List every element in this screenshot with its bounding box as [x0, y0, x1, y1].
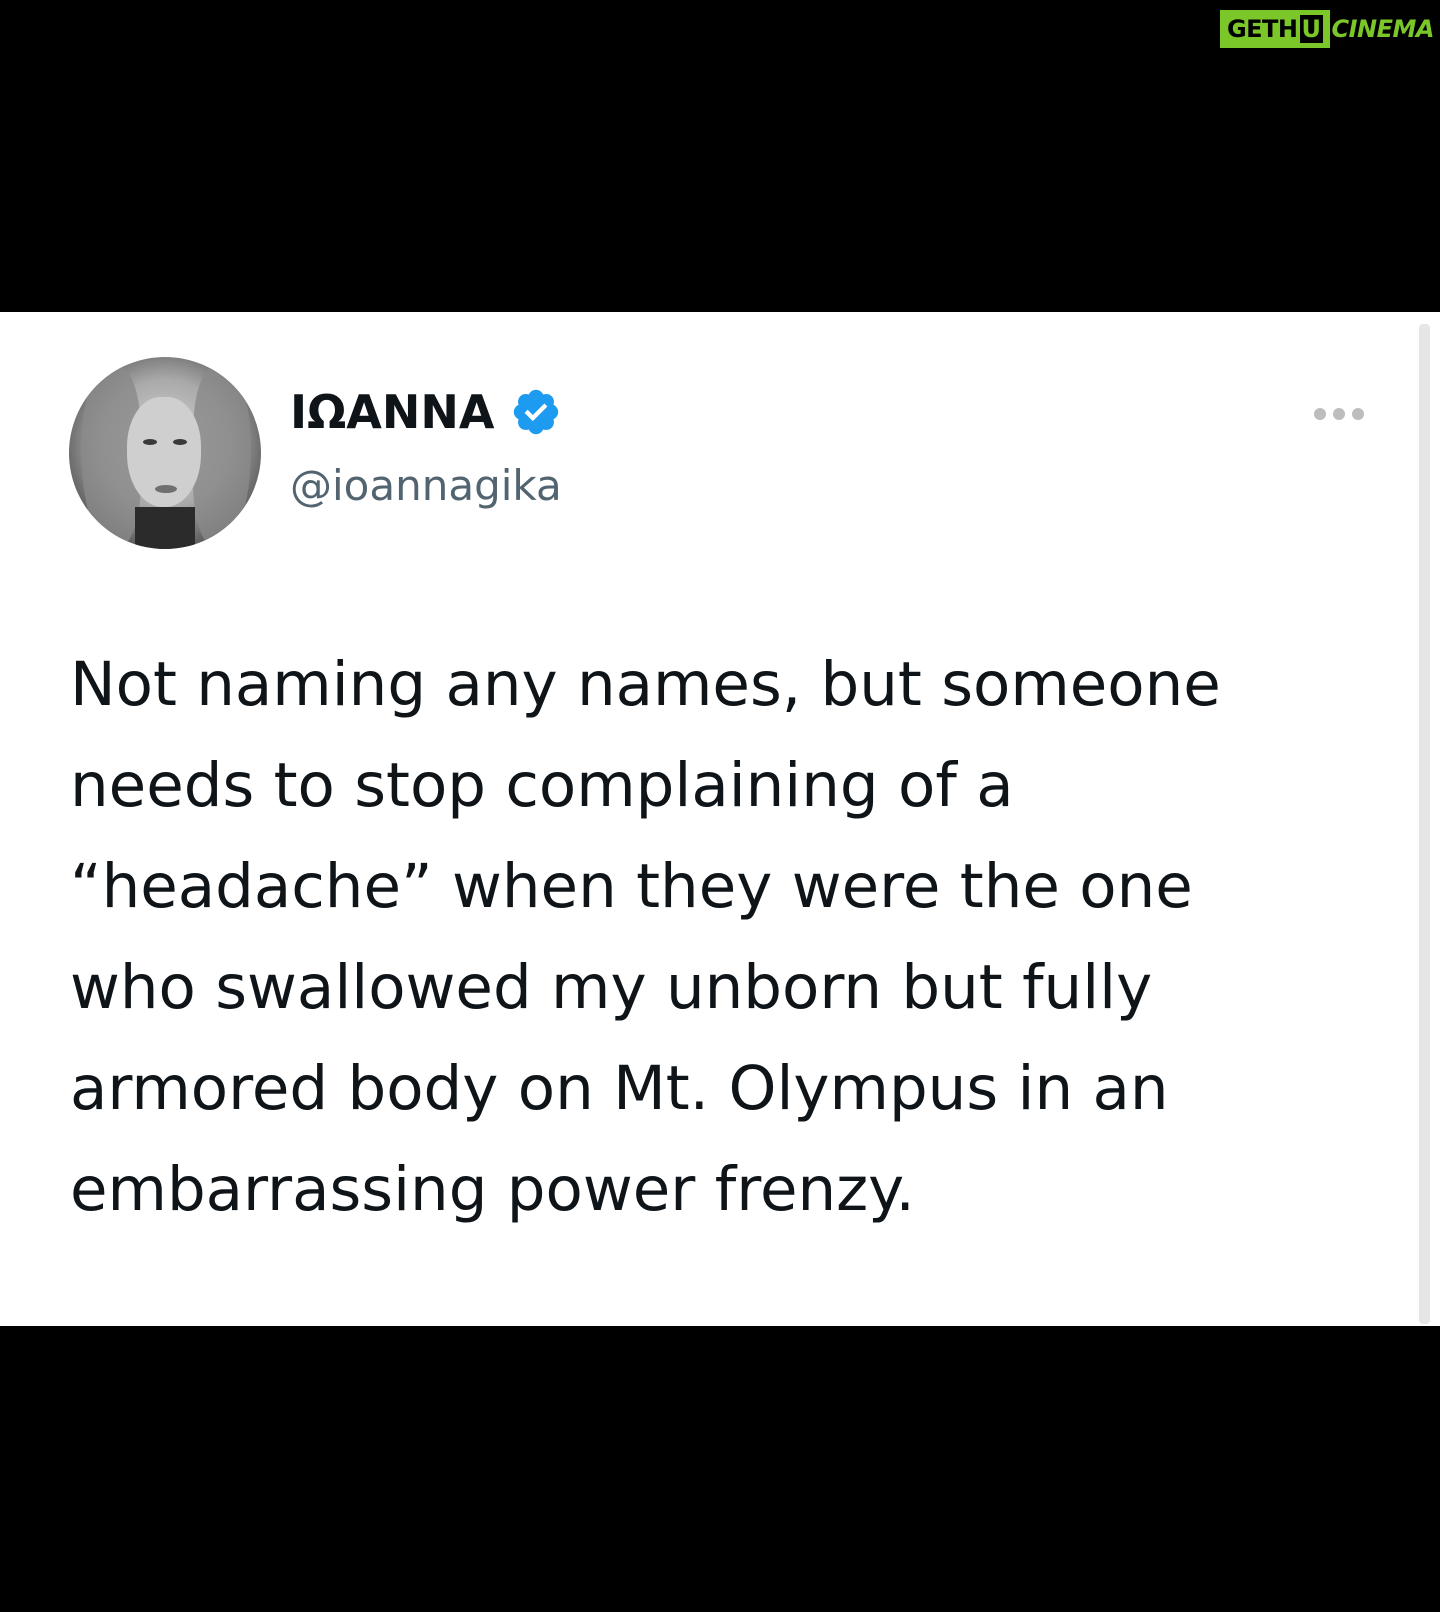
watermark-part1: GETH: [1226, 15, 1298, 43]
tweet-text-line: embarrassing power frenzy.: [70, 1154, 915, 1225]
tweet-text-line: needs to stop complaining of a: [70, 750, 1014, 821]
user-handle[interactable]: @ioannagika: [290, 460, 562, 512]
scrollbar[interactable]: [1419, 324, 1430, 1324]
more-dot: [1352, 408, 1364, 420]
more-dot: [1314, 408, 1326, 420]
display-name[interactable]: ΙΩΑΝΝΑ: [290, 384, 494, 440]
verified-badge-icon: [514, 389, 559, 435]
tweet-text-line: “headache” when they were the one: [70, 851, 1193, 922]
tweet-text: Not naming any names, but someone needs …: [70, 634, 1400, 1240]
avatar-eye-left: [143, 439, 157, 445]
watermark-logo: GETH U CINEMA: [1219, 10, 1435, 48]
avatar-mouth: [155, 485, 177, 493]
avatar-hair-right: [193, 367, 251, 547]
watermark-box: GETH U: [1219, 10, 1330, 48]
more-dot: [1333, 408, 1345, 420]
avatar[interactable]: [69, 357, 261, 549]
display-name-row[interactable]: ΙΩΑΝΝΑ: [290, 384, 562, 440]
tweet-text-line: armored body on Mt. Olympus in an: [70, 1053, 1169, 1124]
watermark-part2: U: [1299, 15, 1323, 43]
avatar-eye-right: [173, 439, 187, 445]
tweet-text-line: Not naming any names, but someone: [70, 649, 1221, 720]
watermark-part3: CINEMA: [1331, 15, 1435, 43]
tweet-text-line: who swallowed my unborn but fully: [70, 952, 1153, 1023]
tweet-card: ΙΩΑΝΝΑ @ioannagika Not naming any names,…: [0, 312, 1440, 1326]
more-options-icon[interactable]: [1314, 404, 1364, 424]
avatar-neck: [135, 507, 195, 549]
